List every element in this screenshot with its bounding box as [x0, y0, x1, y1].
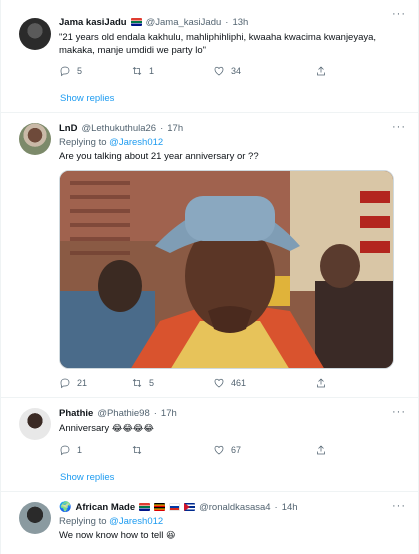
separator: · [225, 16, 229, 28]
replying-to: Replying to @Jaresh012 [59, 516, 408, 527]
laughing-emoji: 😆 [166, 531, 176, 541]
retweet-count: 5 [149, 378, 155, 388]
tweet-actions: 1 67 [59, 436, 408, 464]
replying-to-mention[interactable]: @Jaresh012 [109, 516, 163, 527]
reply-count: 5 [77, 66, 83, 76]
reply-icon [60, 66, 70, 77]
share-button[interactable] [315, 444, 327, 456]
timestamp[interactable]: 17h [167, 123, 183, 134]
retweet-icon [132, 378, 142, 388]
heart-icon [214, 378, 224, 388]
replying-to-mention[interactable]: @Jaresh012 [109, 137, 163, 148]
tweet-text-container: Anniversary 😂😂😂😂 [59, 422, 408, 436]
tweet-text: "21 years old endala kakhulu, mahliphihl… [59, 32, 377, 56]
more-options-icon[interactable]: ··· [392, 8, 406, 20]
share-button[interactable] [315, 65, 327, 77]
like-count: 67 [231, 445, 242, 455]
display-name[interactable]: Jama kasiJadu [59, 17, 127, 28]
tweet-actions: 5 1 34 [59, 57, 408, 85]
like-button[interactable]: 461 [213, 377, 315, 389]
timestamp[interactable]: 13h [232, 17, 248, 28]
tweet[interactable]: 🌍 African Made @ronaldkasasa4 · 14h ··· … [1, 492, 418, 543]
tweet-text: Anniversary [59, 423, 110, 434]
retweet-icon [132, 445, 142, 455]
reply-button[interactable]: 5 [59, 65, 131, 77]
like-button[interactable]: 34 [213, 65, 315, 77]
heart-icon [214, 66, 224, 76]
more-options-icon[interactable]: ··· [392, 500, 406, 512]
show-replies-link[interactable]: Show replies [1, 464, 418, 491]
retweet-button[interactable]: 1 [131, 65, 213, 77]
avatar[interactable] [19, 18, 51, 50]
display-name[interactable]: Phathie [59, 408, 93, 419]
replying-to-label: Replying to [59, 516, 107, 527]
tweet[interactable]: LnD @Lethukuthula26 · 17h ··· Replying t… [1, 113, 418, 397]
show-replies-link[interactable]: Show replies [1, 85, 418, 112]
tweet-text: Are you talking about 21 year anniversar… [59, 151, 259, 162]
display-name[interactable]: LnD [59, 123, 77, 134]
like-count: 461 [231, 378, 247, 388]
separator: · [153, 407, 157, 419]
share-button[interactable] [315, 377, 327, 389]
media-image[interactable] [59, 170, 394, 369]
tweet-header: Jama kasiJadu @Jama_kasiJadu · 13h [59, 15, 408, 29]
separator: · [274, 501, 278, 513]
reply-count: 1 [77, 445, 83, 455]
user-handle[interactable]: @Jama_kasiJadu [146, 17, 222, 28]
timestamp[interactable]: 17h [161, 408, 177, 419]
display-name[interactable]: African Made [75, 502, 135, 513]
globe-icon: 🌍 [59, 501, 72, 513]
heart-icon [214, 445, 224, 455]
more-options-icon[interactable]: ··· [392, 121, 406, 133]
russia-flag-icon [169, 503, 181, 511]
reply-icon [60, 378, 70, 389]
tears-of-joy-emoji: 😂😂😂😂 [111, 424, 154, 434]
uganda-flag-icon [154, 503, 166, 511]
user-handle[interactable]: @ronaldkasasa4 [199, 502, 270, 513]
tweet-header: LnD @Lethukuthula26 · 17h [59, 121, 408, 135]
tweet-text-container: We now know how to tell 😆 [59, 529, 408, 543]
user-handle[interactable]: @Lethukuthula26 [81, 123, 156, 134]
tweet-header: Phathie @Phathie98 · 17h [59, 406, 408, 420]
photo-of-man-in-bucket-hat-icon [60, 171, 393, 368]
user-handle[interactable]: @Phathie98 [97, 408, 149, 419]
reply-count: 21 [77, 378, 88, 388]
share-icon [317, 445, 325, 455]
share-icon [317, 66, 325, 76]
tweet-text: We now know how to tell [59, 530, 164, 541]
tweet-header: 🌍 African Made @ronaldkasasa4 · 14h [59, 500, 408, 514]
south-africa-flag-icon [130, 18, 142, 26]
avatar[interactable] [19, 123, 51, 155]
avatar[interactable] [19, 408, 51, 440]
share-icon [317, 378, 325, 388]
replying-to: Replying to @Jaresh012 [59, 137, 408, 148]
retweet-count: 1 [149, 66, 155, 76]
timestamp[interactable]: 14h [282, 502, 298, 513]
reply-icon [60, 445, 70, 456]
retweet-button[interactable] [131, 444, 213, 456]
cuba-flag-icon [184, 503, 196, 511]
avatar[interactable] [19, 502, 51, 534]
reply-feed: Jama kasiJadu @Jama_kasiJadu · 13h ··· "… [0, 0, 419, 554]
tweet[interactable]: Phathie @Phathie98 · 17h ··· Anniversary… [1, 398, 418, 464]
more-options-icon[interactable]: ··· [392, 406, 406, 418]
tweet[interactable]: Jama kasiJadu @Jama_kasiJadu · 13h ··· "… [1, 0, 418, 85]
separator: · [160, 122, 164, 134]
retweet-icon [132, 66, 142, 76]
reply-button[interactable]: 21 [59, 377, 131, 389]
reply-button[interactable]: 1 [59, 444, 131, 456]
retweet-button[interactable]: 5 [131, 377, 213, 389]
south-africa-flag-icon [139, 503, 151, 511]
replying-to-label: Replying to [59, 137, 107, 148]
like-button[interactable]: 67 [213, 444, 315, 456]
like-count: 34 [231, 66, 242, 76]
tweet-actions: 21 5 461 [59, 369, 408, 397]
